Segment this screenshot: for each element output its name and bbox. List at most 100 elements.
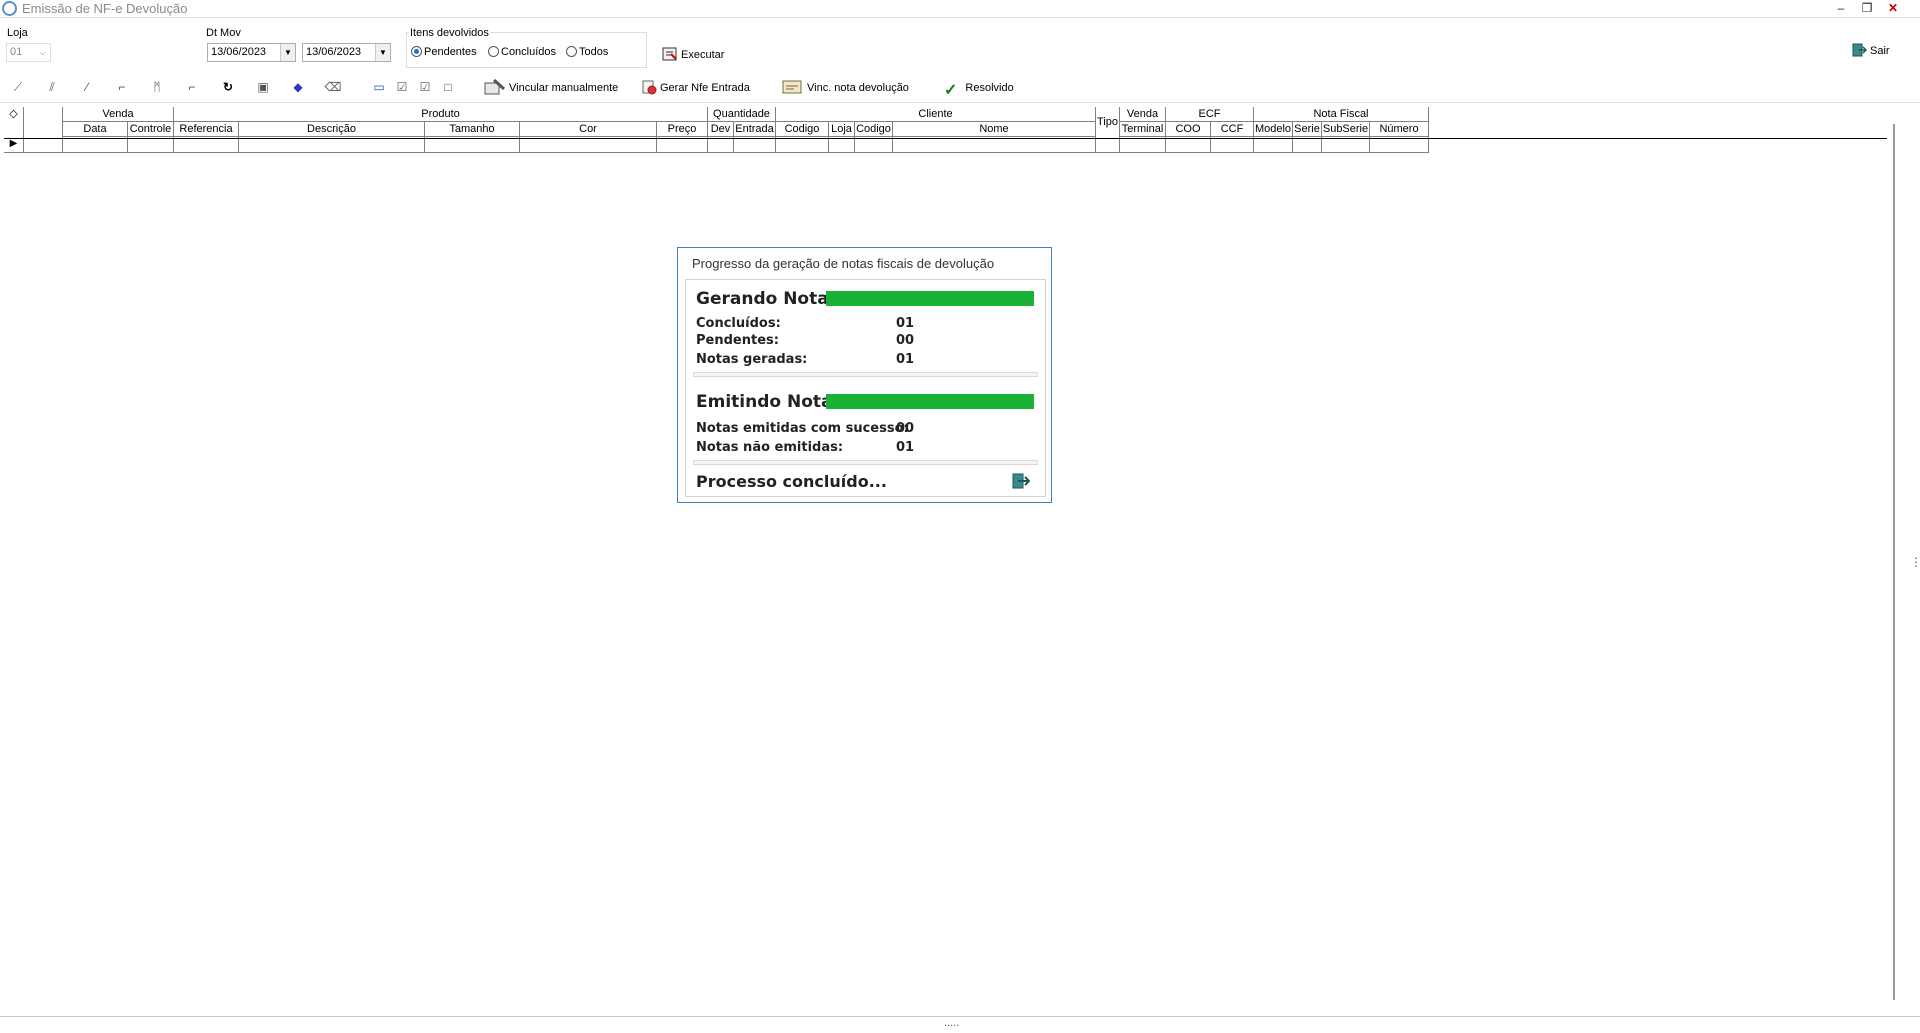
- col-loja[interactable]: Loja: [829, 122, 855, 137]
- vinc-nota-button[interactable]: Vinc. nota devolução: [782, 79, 909, 97]
- vertical-scrollbar[interactable]: [1893, 124, 1895, 1000]
- splitter-grip-icon[interactable]: ⋮: [1910, 556, 1920, 568]
- col-codigo-cliente[interactable]: Codigo: [855, 122, 893, 137]
- window-icon[interactable]: ▭: [370, 78, 388, 96]
- table-cell[interactable]: [708, 137, 734, 153]
- table-cell[interactable]: [657, 137, 708, 153]
- sucesso-label: Notas emitidas com sucesso:: [696, 421, 909, 436]
- table-cell[interactable]: [1096, 137, 1120, 153]
- table-cell[interactable]: [829, 137, 855, 153]
- print-icon[interactable]: ▣: [254, 78, 272, 96]
- sair-button[interactable]: Sair: [1851, 42, 1890, 60]
- table-cell[interactable]: [128, 137, 174, 153]
- dash-icon[interactable]: ⁄: [78, 78, 96, 96]
- grid-divider: [4, 138, 1887, 139]
- vincular-button[interactable]: Vincular manualmente: [484, 79, 618, 97]
- col-ccf[interactable]: CCF: [1211, 122, 1254, 137]
- resize-grip[interactable]: .....: [944, 1017, 959, 1029]
- table-cell[interactable]: [425, 137, 520, 153]
- radio-icon: [566, 46, 577, 57]
- table-cell[interactable]: [1322, 137, 1370, 153]
- tag-icon[interactable]: ◆: [289, 78, 307, 96]
- table-cell[interactable]: [239, 137, 425, 153]
- table-row[interactable]: [24, 137, 63, 153]
- col-nome[interactable]: Nome: [893, 122, 1096, 137]
- col-modelo[interactable]: Modelo: [1254, 122, 1293, 137]
- col-tipo[interactable]: Tipo: [1096, 107, 1120, 139]
- col-terminal[interactable]: Terminal: [1120, 122, 1166, 137]
- col-entrada[interactable]: Entrada: [734, 122, 776, 137]
- col-codigo[interactable]: Codigo: [776, 122, 829, 137]
- itens-label: Itens devolvidos: [409, 27, 490, 39]
- link-invoice-icon: [782, 80, 802, 94]
- radio-concluidos[interactable]: Concluídos: [488, 46, 556, 58]
- checklist-icon[interactable]: ☑: [393, 78, 411, 96]
- row-indicator-icon[interactable]: ▶: [4, 137, 24, 153]
- flag-icon[interactable]: ⌐: [113, 78, 131, 96]
- table-cell[interactable]: [1120, 137, 1166, 153]
- table-cell[interactable]: [1254, 137, 1293, 153]
- col-cor[interactable]: Cor: [520, 122, 657, 137]
- table-cell[interactable]: [1211, 137, 1254, 153]
- dropdown-arrow-icon[interactable]: ▼: [375, 44, 390, 61]
- mark-m-icon[interactable]: ᛗ: [148, 78, 166, 96]
- table-cell[interactable]: [893, 137, 1096, 153]
- table-cell[interactable]: [855, 137, 893, 153]
- gerar-nfe-button[interactable]: Gerar Nfe Entrada: [641, 79, 750, 97]
- window-title: Emissão de NF-e Devolução: [22, 1, 188, 16]
- table-cell[interactable]: [174, 137, 239, 153]
- toolbar-separator: [0, 102, 1920, 103]
- radio-todos[interactable]: Todos: [566, 46, 608, 58]
- date-from-picker[interactable]: 13/06/2023 ▼: [207, 43, 296, 62]
- loja-select[interactable]: 01 ⌵: [6, 43, 51, 62]
- pendentes-label: Pendentes:: [696, 333, 779, 348]
- date-to-value: 13/06/2023: [306, 46, 362, 58]
- check-two-icon[interactable]: ⫽: [43, 78, 61, 96]
- minimize-button[interactable]: –: [1828, 0, 1854, 17]
- progress-body: Gerando Notas Concluídos: 01 Pendentes: …: [685, 279, 1046, 497]
- group-nota-fiscal: Nota Fiscal: [1254, 107, 1429, 122]
- table-cell[interactable]: [63, 137, 128, 153]
- table-cell[interactable]: [776, 137, 829, 153]
- chevron-down-icon[interactable]: ⌵: [35, 44, 50, 61]
- geradas-value: 01: [896, 352, 915, 367]
- col-preco[interactable]: Preço: [657, 122, 708, 137]
- refresh-icon[interactable]: ↻: [219, 78, 237, 96]
- restore-button[interactable]: ❐: [1854, 0, 1880, 17]
- col-data[interactable]: Data: [63, 122, 128, 137]
- table-cell[interactable]: [734, 137, 776, 153]
- loja-label: Loja: [7, 27, 28, 39]
- radio-pendentes[interactable]: Pendentes: [411, 46, 477, 58]
- col-dev[interactable]: Dev: [708, 122, 734, 137]
- date-to-picker[interactable]: 13/06/2023 ▼: [302, 43, 391, 62]
- status-bar: .....: [0, 1016, 1920, 1033]
- checkbox-icon[interactable]: ☑: [416, 78, 434, 96]
- table-cell[interactable]: [520, 137, 657, 153]
- col-subserie[interactable]: SubSerie: [1322, 122, 1370, 137]
- col-numero[interactable]: Número: [1370, 122, 1429, 137]
- grid-corner-icon[interactable]: ◇: [4, 107, 24, 139]
- generate-invoice-icon: [642, 80, 657, 95]
- check-one-icon[interactable]: ⟋: [9, 78, 27, 96]
- sucesso-value: 00: [896, 421, 915, 436]
- blank-window-icon[interactable]: □: [439, 78, 457, 96]
- emitindo-title: Emitindo Notas: [696, 392, 843, 412]
- col-coo[interactable]: COO: [1166, 122, 1211, 137]
- col-serie[interactable]: Serie: [1293, 122, 1322, 137]
- col-descricao[interactable]: Descrição: [239, 122, 425, 137]
- col-referencia[interactable]: Referencia: [174, 122, 239, 137]
- table-cell[interactable]: [1293, 137, 1322, 153]
- col-controle[interactable]: Controle: [128, 122, 174, 137]
- executar-button[interactable]: Executar: [662, 46, 724, 64]
- close-button[interactable]: ✕: [1880, 0, 1906, 17]
- col-tamanho[interactable]: Tamanho: [425, 122, 520, 137]
- exit-icon[interactable]: [1010, 472, 1031, 493]
- mark-f-icon[interactable]: ⌐: [183, 78, 201, 96]
- divider: [693, 460, 1038, 465]
- dropdown-arrow-icon[interactable]: ▼: [280, 44, 295, 61]
- table-cell[interactable]: [1370, 137, 1429, 153]
- nao-emitidas-value: 01: [896, 440, 915, 455]
- table-cell[interactable]: [1166, 137, 1211, 153]
- erase-icon[interactable]: ⌫: [324, 78, 342, 96]
- resolvido-button[interactable]: ✓ Resolvido: [944, 79, 1014, 99]
